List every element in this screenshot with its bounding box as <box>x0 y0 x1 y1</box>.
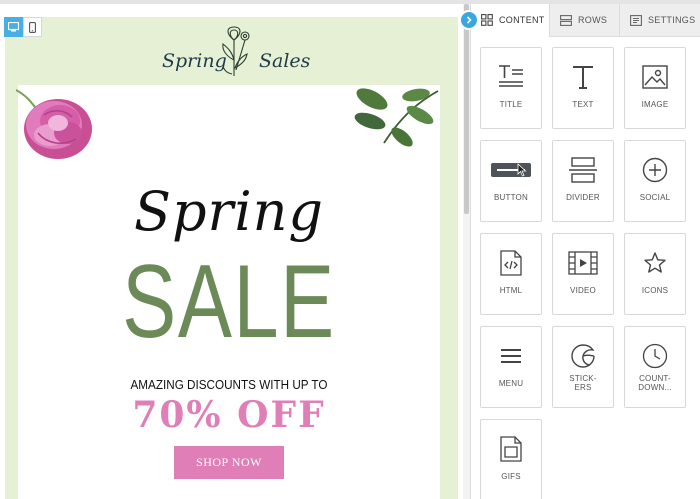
leaves-image <box>354 88 439 147</box>
tile-text-label: TEXT <box>572 100 594 109</box>
clock-icon <box>642 343 668 369</box>
tab-content[interactable]: CONTENT <box>471 4 549 37</box>
html-icon <box>500 250 522 276</box>
tile-image-label: IMAGE <box>641 100 669 109</box>
tab-rows[interactable]: ROWS <box>549 4 619 37</box>
shop-now-button[interactable]: SHOP NOW <box>174 446 284 479</box>
content-panel: CONTENT ROWS SETTINGS TITLE TEXT IMAGE B… <box>470 4 700 499</box>
tile-html[interactable]: HTML <box>480 233 542 315</box>
video-icon <box>568 251 598 275</box>
email-body-card[interactable]: Spring SALE AMAZING DISCOUNTS WITH UP TO… <box>16 85 440 499</box>
tile-social-label: SOCIAL <box>639 193 671 202</box>
pane-splitter[interactable] <box>463 4 470 499</box>
tile-video-label: VIDEO <box>570 286 596 295</box>
tile-menu-label: MENU <box>498 379 524 388</box>
text-icon <box>573 66 593 89</box>
tab-settings-label: SETTINGS <box>648 15 696 25</box>
email-header[interactable]: Spring Sales <box>5 17 458 85</box>
tile-icons[interactable]: ICONS <box>624 233 686 315</box>
headline-sale: SALE <box>122 244 336 360</box>
tile-menu[interactable]: MENU <box>480 326 542 408</box>
desktop-icon <box>8 22 19 32</box>
tile-countdown-label: COUNT- DOWN... <box>638 374 672 392</box>
email-frame[interactable]: Spring Sales Spring SALE AMAZING DISCOUN… <box>5 17 458 499</box>
tile-video[interactable]: VIDEO <box>552 233 614 315</box>
headline-script: Spring <box>134 180 324 243</box>
tile-divider-label: DIVIDER <box>566 193 600 202</box>
social-icon <box>642 157 668 183</box>
tile-stickers-label: STICK- ERS <box>569 374 597 392</box>
discount-line: AMAZING DISCOUNTS WITH UP TO <box>130 377 328 392</box>
device-toggle <box>4 17 42 37</box>
image-icon <box>642 65 668 89</box>
divider-icon <box>569 157 597 183</box>
tile-title-label: TITLE <box>499 100 523 109</box>
title-icon <box>499 65 523 87</box>
desktop-view-button[interactable] <box>4 17 23 37</box>
settings-icon <box>630 14 642 26</box>
flower-logo-icon <box>222 26 250 76</box>
tab-content-label: CONTENT <box>499 15 545 25</box>
cursor-arrow-icon <box>517 163 527 177</box>
tile-html-label: HTML <box>499 286 523 295</box>
tile-stickers[interactable]: STICK- ERS <box>552 326 614 408</box>
scrollbar-handle[interactable] <box>464 4 469 214</box>
tile-social[interactable]: SOCIAL <box>624 140 686 222</box>
gif-icon <box>500 436 522 462</box>
tile-divider[interactable]: DIVIDER <box>552 140 614 222</box>
brand-text-right: Sales <box>259 50 311 72</box>
tile-icons-label: ICONS <box>641 286 669 295</box>
email-builder: Spring Sales Spring SALE AMAZING DISCOUN… <box>0 0 700 499</box>
tab-settings[interactable]: SETTINGS <box>619 4 700 37</box>
email-preview-pane: Spring Sales Spring SALE AMAZING DISCOUN… <box>0 4 470 499</box>
rows-icon <box>560 14 572 26</box>
percent-off: 70% OFF <box>132 394 326 436</box>
tile-gifs-label: GIFS <box>501 472 521 481</box>
mobile-view-button[interactable] <box>23 17 42 37</box>
chevron-right-icon <box>466 16 472 24</box>
collapse-panel-button[interactable] <box>459 10 479 30</box>
tile-text[interactable]: TEXT <box>552 47 614 129</box>
star-icon <box>644 252 666 273</box>
content-tiles: TITLE TEXT IMAGE BUTTON DIVIDER SOCIAL H… <box>480 47 686 499</box>
tile-button[interactable]: BUTTON <box>480 140 542 222</box>
tile-gifs[interactable]: GIFS <box>480 419 542 499</box>
panel-tabs: CONTENT ROWS SETTINGS <box>471 4 700 37</box>
tile-button-label: BUTTON <box>494 193 528 202</box>
tile-countdown[interactable]: COUNT- DOWN... <box>624 326 686 408</box>
tile-image[interactable]: IMAGE <box>624 47 686 129</box>
peony-flower-image <box>16 89 92 159</box>
mobile-icon <box>29 21 36 33</box>
sticker-icon <box>571 344 595 368</box>
menu-icon <box>501 349 521 363</box>
tab-rows-label: ROWS <box>578 15 608 25</box>
tile-title[interactable]: TITLE <box>480 47 542 129</box>
grid-icon <box>481 14 493 26</box>
